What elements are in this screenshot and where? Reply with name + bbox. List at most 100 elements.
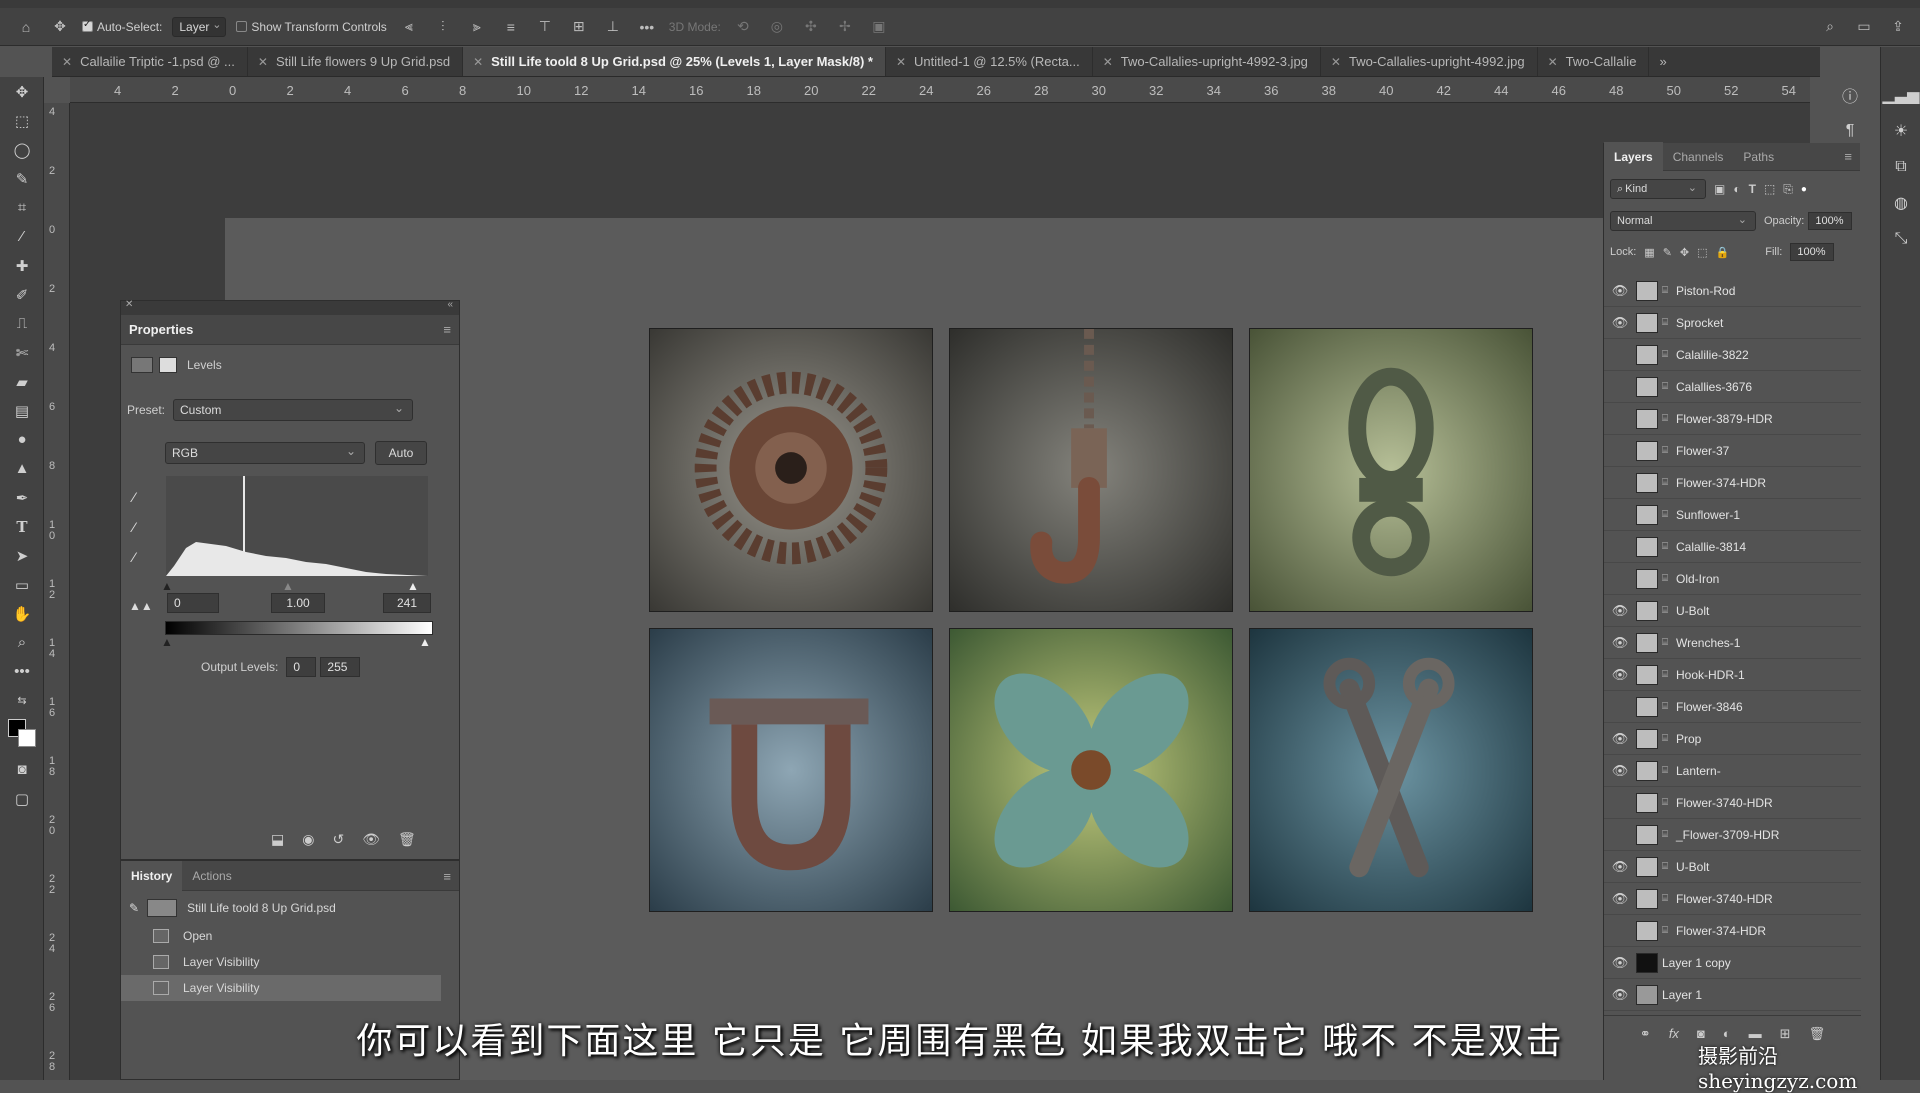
swap-colors-icon[interactable]: ⇆ [0, 686, 44, 715]
black-input-handle-icon[interactable]: ▲ [161, 579, 173, 593]
visibility-eye-icon[interactable]: 👁 [1604, 667, 1636, 683]
input-white-field[interactable]: 241 [383, 593, 431, 613]
move-icon[interactable]: ✥ [0, 77, 44, 106]
clip-to-layer-icon[interactable]: ⬓ [271, 831, 284, 848]
opacity-field[interactable]: 100% [1808, 212, 1853, 230]
zoom-icon[interactable]: ⌕ [0, 628, 44, 657]
shape-icon[interactable]: ▭ [0, 570, 44, 599]
align-right-icon[interactable]: ⫸ [465, 16, 489, 38]
tab-actions[interactable]: Actions [182, 861, 241, 891]
layer-row[interactable]: 👁 Layer 1 [1604, 979, 1861, 1011]
white-point-eyedropper-icon[interactable]: ⁄ [133, 549, 135, 565]
close-icon[interactable]: ✕ [258, 55, 268, 69]
adjustment-filter-icon[interactable]: ◐ [1733, 182, 1740, 196]
layer-row[interactable]: 👁 ⌸ U-Bolt [1604, 595, 1861, 627]
lock-transparent-icon[interactable]: ▦ [1644, 246, 1654, 259]
visibility-eye-icon[interactable]: 👁 [1604, 731, 1636, 747]
close-icon[interactable]: ✕ [125, 299, 133, 310]
stamp-icon[interactable]: ⎍ [0, 309, 44, 338]
layer-row[interactable]: 👁 ⌸ Flower-3846 [1604, 691, 1861, 723]
visibility-eye-icon[interactable]: 👁 [1604, 827, 1636, 843]
visibility-eye-icon[interactable]: 👁 [1604, 923, 1636, 939]
close-icon[interactable]: ✕ [1103, 55, 1113, 69]
output-slider-track[interactable]: ▲ ▲ [161, 635, 433, 649]
paths-icon[interactable]: ⤡ [1881, 221, 1920, 257]
close-icon[interactable]: ✕ [62, 55, 72, 69]
tab-two-callalie[interactable]: ✕ Two-Callalie [1538, 47, 1650, 76]
delete-icon[interactable]: 🗑 [398, 831, 416, 848]
distribute-icon[interactable]: ≡ [499, 16, 523, 38]
layer-row[interactable]: 👁 ⌸ Prop [1604, 723, 1861, 755]
workspace-icon[interactable]: ▭ [1852, 16, 1876, 38]
tab-overflow-icon[interactable]: » [1649, 47, 1678, 76]
3d-scale-icon[interactable]: ▣ [867, 16, 891, 38]
fill-field[interactable]: 100% [1790, 243, 1835, 261]
move-tool-icon[interactable]: ✥ [48, 16, 72, 38]
more-options-icon[interactable]: ••• [635, 16, 659, 38]
auto-button[interactable]: Auto [375, 441, 427, 465]
history-item-open[interactable]: Open [121, 923, 441, 949]
visibility-eye-icon[interactable]: 👁 [1604, 411, 1636, 427]
visibility-eye-icon[interactable]: 👁 [1604, 315, 1636, 331]
visibility-icon[interactable]: 👁 [362, 831, 380, 848]
3d-rotate-icon[interactable]: ⟲ [731, 16, 755, 38]
black-output-handle-icon[interactable]: ▲ [161, 635, 173, 649]
visibility-eye-icon[interactable]: 👁 [1604, 955, 1636, 971]
histogram-icon[interactable]: ▁▃▅ [1881, 77, 1920, 113]
adjustments-icon[interactable]: ☀ [1881, 113, 1920, 149]
quick-mask-icon[interactable]: ◙ [0, 755, 44, 784]
tab-still-life-flowers[interactable]: ✕ Still Life flowers 9 Up Grid.psd [248, 47, 464, 76]
history-snapshot[interactable]: ✎ Still Life toold 8 Up Grid.psd [121, 895, 441, 921]
align-top-icon[interactable]: ⊤ [533, 16, 557, 38]
lock-pixels-icon[interactable]: ✎ [1663, 246, 1672, 259]
layer-row[interactable]: 👁 ⌸ Sunflower-1 [1604, 499, 1861, 531]
layer-row[interactable]: 👁 ⌸ Flower-3740-HDR [1604, 883, 1861, 915]
close-icon[interactable]: ✕ [473, 55, 483, 69]
visibility-eye-icon[interactable]: 👁 [1604, 603, 1636, 619]
gray-point-eyedropper-icon[interactable]: ⁄ [133, 519, 135, 535]
view-previous-icon[interactable]: ◉ [302, 831, 314, 848]
input-black-field[interactable]: 0 [167, 593, 219, 613]
type-filter-icon[interactable]: T [1749, 182, 1756, 196]
panel-menu-icon[interactable]: ≡ [443, 869, 451, 884]
visibility-eye-icon[interactable]: 👁 [1604, 443, 1636, 459]
visibility-eye-icon[interactable]: 👁 [1604, 571, 1636, 587]
blend-mode-dropdown[interactable]: Normal [1610, 211, 1756, 231]
channel-dropdown[interactable]: RGB [165, 442, 365, 464]
reset-icon[interactable]: ↺ [332, 831, 344, 848]
visibility-eye-icon[interactable]: 👁 [1604, 859, 1636, 875]
type-icon[interactable]: T [0, 512, 44, 541]
pen-icon[interactable]: ✒ [0, 483, 44, 512]
tab-layers[interactable]: Layers [1604, 141, 1663, 172]
gradient-icon[interactable]: ▤ [0, 396, 44, 425]
tab-still-life-toold[interactable]: ✕ Still Life toold 8 Up Grid.psd @ 25% (L… [463, 47, 886, 76]
layers-icon[interactable]: ⧉ [1881, 149, 1920, 185]
layer-row[interactable]: 👁 ⌸ Sprocket [1604, 307, 1861, 339]
layer-row[interactable]: 👁 Layer 1 copy [1604, 947, 1861, 979]
layer-row[interactable]: 👁 ⌸ _Flower-3709-HDR [1604, 819, 1861, 851]
layer-row[interactable]: 👁 ⌸ Calallie-3814 [1604, 531, 1861, 563]
tab-history[interactable]: History [121, 861, 183, 891]
history-item-layer-visibility[interactable]: Layer Visibility [121, 949, 441, 975]
input-slider-track[interactable]: ▲ ▲ ▲ [161, 579, 433, 593]
visibility-eye-icon[interactable]: 👁 [1604, 347, 1636, 363]
tab-two-callalies[interactable]: ✕ Two-Callalies-upright-4992.jpg [1321, 47, 1538, 76]
brush-icon[interactable]: ✐ [0, 280, 44, 309]
transform-controls-checkbox[interactable]: Show Transform Controls [236, 16, 387, 38]
share-icon[interactable]: ⇪ [1886, 16, 1910, 38]
white-output-handle-icon[interactable]: ▲ [419, 635, 431, 649]
3d-drag-icon[interactable]: ✣ [799, 16, 823, 38]
levels-adjustment-icon[interactable] [131, 357, 153, 373]
eraser-icon[interactable]: ▰ [0, 367, 44, 396]
search-icon[interactable]: ⌕ [1818, 16, 1842, 38]
visibility-eye-icon[interactable]: 👁 [1604, 795, 1636, 811]
visibility-eye-icon[interactable]: 👁 [1604, 987, 1636, 1003]
visibility-eye-icon[interactable]: 👁 [1604, 283, 1636, 299]
kind-filter-dropdown[interactable]: ⌕ Kind [1610, 179, 1706, 199]
collapse-icon[interactable]: « [447, 299, 453, 310]
mask-icon[interactable] [159, 357, 177, 373]
dodge-icon[interactable]: ▲ [0, 454, 44, 483]
layer-row[interactable]: 👁 ⌸ Lantern- [1604, 755, 1861, 787]
visibility-eye-icon[interactable]: 👁 [1604, 891, 1636, 907]
auto-select-dropdown[interactable]: Layer [172, 16, 227, 37]
